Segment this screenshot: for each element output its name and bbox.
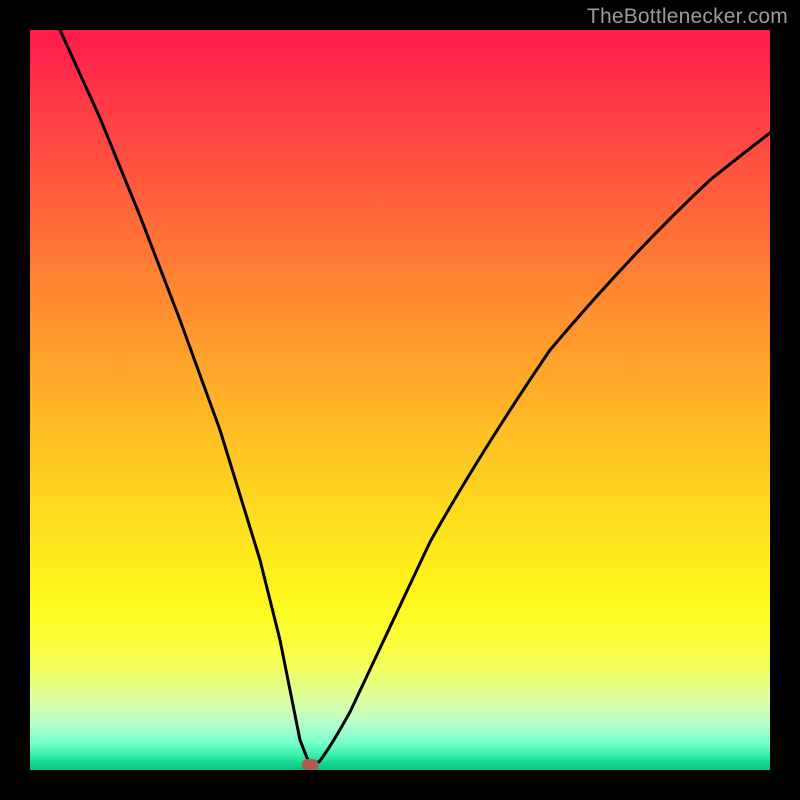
curve-svg — [30, 30, 770, 770]
plot-area — [30, 30, 770, 770]
bottleneck-curve — [60, 30, 770, 763]
bottleneck-marker — [302, 759, 319, 770]
chart-frame: TheBottlenecker.com — [0, 0, 800, 800]
watermark-text: TheBottlenecker.com — [587, 5, 788, 29]
